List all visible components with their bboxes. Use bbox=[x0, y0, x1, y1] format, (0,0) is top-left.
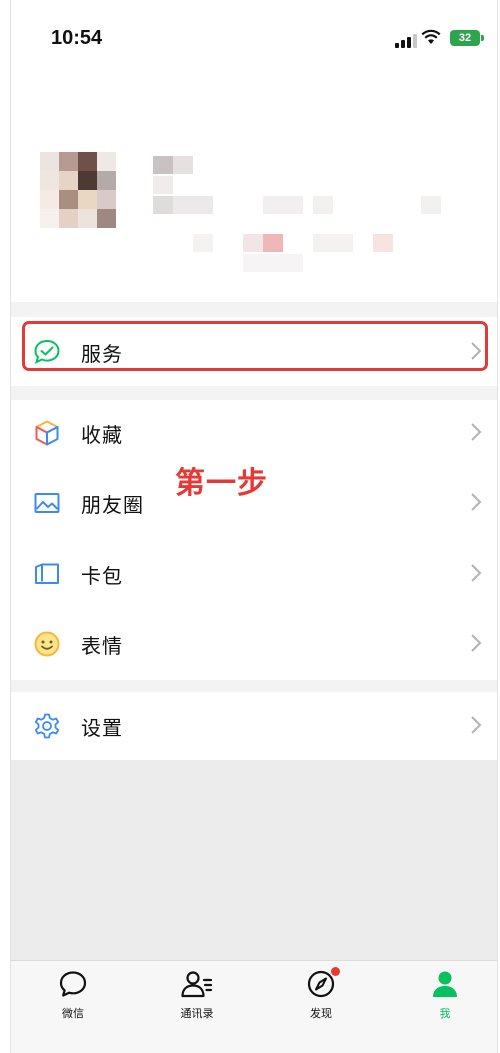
stickers-label: 表情 bbox=[81, 634, 123, 658]
settings-label: 设置 bbox=[81, 716, 123, 740]
tab-discover-label: 发现 bbox=[310, 1007, 332, 1020]
smiley-icon bbox=[34, 631, 60, 657]
empty-area bbox=[11, 760, 497, 960]
moments-label: 朋友圈 bbox=[81, 493, 144, 517]
tab-bar: 微信 通讯录 发现 我 bbox=[11, 960, 497, 1053]
menu-item-stickers[interactable]: 表情 bbox=[11, 608, 497, 678]
status-time: 10:54 bbox=[51, 27, 103, 49]
menu-item-cards[interactable]: 卡包 bbox=[11, 538, 497, 608]
moments-photo-icon bbox=[34, 493, 60, 513]
chevron-right-icon bbox=[471, 634, 482, 652]
tab-contacts-label: 通讯录 bbox=[180, 1007, 214, 1020]
section-separator bbox=[11, 302, 497, 317]
step-annotation: 第一步 bbox=[175, 466, 268, 501]
me-page: 10:54 32 服务 收藏 朋友圈 卡包 表情 设置 第一步 微信 通讯录 发… bbox=[11, 0, 497, 1053]
highlight-box bbox=[22, 321, 488, 371]
profile-info-blurred[interactable] bbox=[151, 152, 471, 272]
chevron-right-icon bbox=[471, 423, 482, 441]
contacts-icon bbox=[181, 971, 213, 998]
tab-discover[interactable]: 发现 bbox=[281, 967, 361, 1039]
tab-me[interactable]: 我 bbox=[405, 969, 485, 1039]
cellular-signal-icon bbox=[395, 34, 417, 48]
menu-item-settings[interactable]: 设置 bbox=[11, 690, 497, 760]
favorites-cube-icon bbox=[35, 420, 59, 446]
cards-label: 卡包 bbox=[81, 564, 123, 588]
tab-contacts[interactable]: 通讯录 bbox=[157, 969, 237, 1039]
chevron-right-icon bbox=[471, 716, 482, 734]
wifi-icon bbox=[421, 29, 441, 44]
notification-dot bbox=[331, 967, 340, 976]
avatar[interactable] bbox=[40, 152, 116, 230]
person-icon bbox=[433, 971, 457, 997]
chevron-right-icon bbox=[471, 493, 482, 511]
favorites-label: 收藏 bbox=[81, 423, 123, 447]
menu-item-favorites[interactable]: 收藏 bbox=[11, 397, 497, 467]
tab-me-label: 我 bbox=[439, 1007, 451, 1020]
tab-chats-label: 微信 bbox=[62, 1007, 84, 1020]
status-bar: 10:54 32 bbox=[11, 0, 497, 80]
chat-bubble-icon bbox=[59, 971, 87, 997]
chevron-right-icon bbox=[471, 564, 482, 582]
tab-chats[interactable]: 微信 bbox=[33, 969, 113, 1039]
gear-icon bbox=[34, 713, 60, 739]
card-wallet-icon bbox=[35, 563, 59, 584]
battery-icon: 32 bbox=[450, 30, 484, 46]
